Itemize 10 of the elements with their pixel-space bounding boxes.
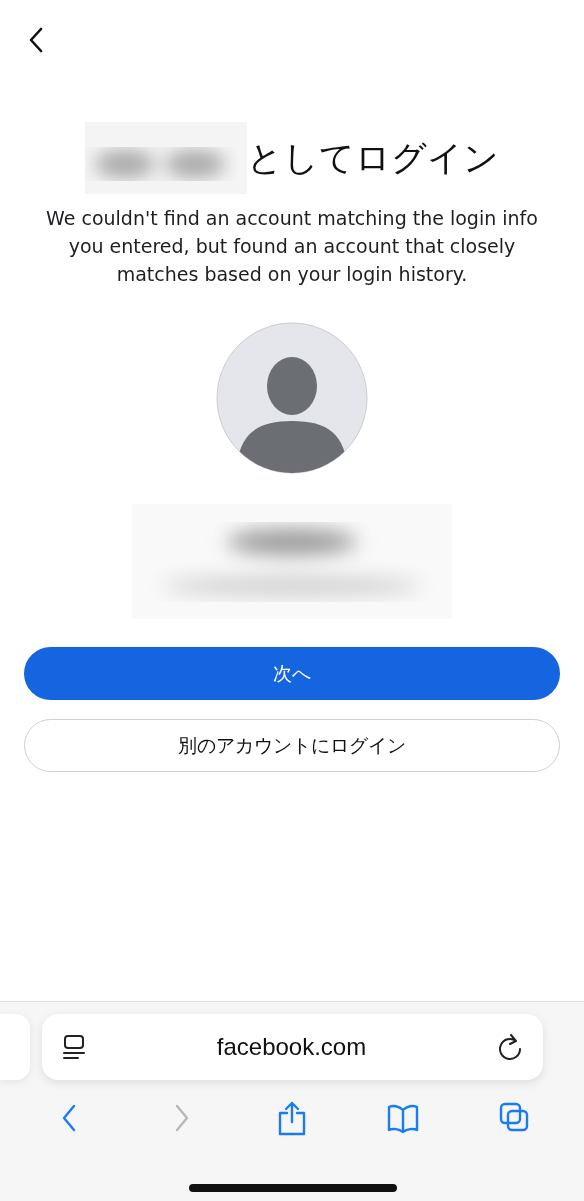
next-button[interactable]: 次へ — [24, 647, 560, 700]
avatar-icon — [216, 322, 368, 474]
back-icon[interactable] — [28, 26, 44, 54]
reload-icon[interactable] — [497, 1033, 523, 1061]
address-bar[interactable]: facebook.com — [42, 1014, 543, 1080]
title-text: としてログイン — [247, 136, 499, 180]
login-other-account-button[interactable]: 別のアカウントにログイン — [24, 719, 560, 772]
message-text: We couldn't find an account matching the login info you entered, but found an account that closely matches based on your login history. — [45, 206, 539, 287]
page-menu-icon[interactable] — [62, 1033, 86, 1061]
url-text: facebook.com — [216, 1033, 367, 1061]
